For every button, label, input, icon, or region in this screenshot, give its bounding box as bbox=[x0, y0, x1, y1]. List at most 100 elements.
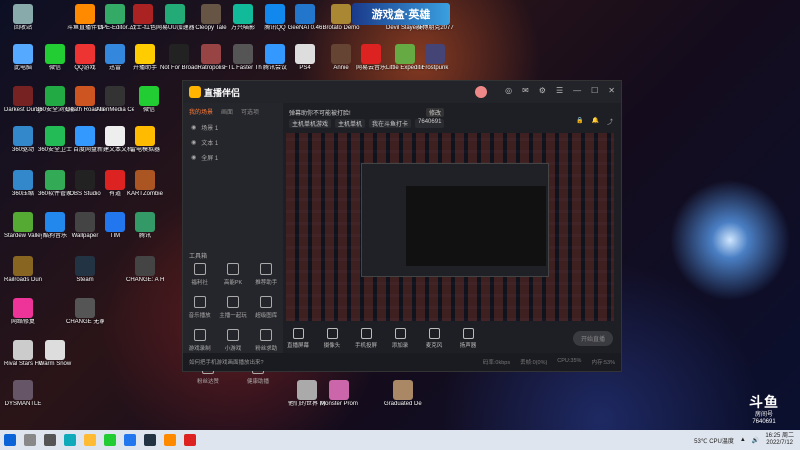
app-icon bbox=[13, 340, 33, 360]
maximize-icon[interactable]: ☐ bbox=[591, 86, 598, 98]
mail-icon[interactable]: ✉ bbox=[522, 86, 529, 98]
weather-widget[interactable]: 53℃ CPU温度 bbox=[694, 436, 734, 445]
task-view-icon[interactable] bbox=[44, 434, 56, 446]
subcategory-tag[interactable]: 主机单机 bbox=[335, 119, 366, 128]
label: 手机投屏 bbox=[354, 342, 377, 349]
app-icon bbox=[233, 4, 253, 24]
start-live-button[interactable]: 开始直播 bbox=[572, 330, 613, 346]
qq-icon[interactable] bbox=[124, 434, 136, 446]
douyu-watermark: 斗鱼 房间号 7640691 bbox=[742, 392, 786, 426]
speaker-button[interactable]: 扬声器 bbox=[456, 327, 480, 349]
app-icon bbox=[13, 86, 33, 106]
app-icon bbox=[45, 170, 65, 190]
lock-icon[interactable]: 🔒 bbox=[576, 117, 583, 126]
app-icon bbox=[75, 212, 95, 232]
wechat-icon[interactable] bbox=[104, 434, 116, 446]
bell-icon[interactable]: 🔔 bbox=[592, 117, 599, 126]
desktop-icon[interactable]: 网易云音乐 bbox=[352, 44, 390, 72]
category-tag[interactable]: 主机单机游戏 bbox=[289, 119, 332, 128]
steam-icon[interactable] bbox=[144, 434, 156, 446]
stream-preview[interactable] bbox=[286, 133, 614, 321]
desktop-icon-label: PS4 bbox=[299, 65, 311, 71]
scene-item[interactable]: ◉ 场景 1 bbox=[183, 120, 283, 135]
desktop-icon[interactable]: 回收站 bbox=[4, 4, 42, 32]
tool-button[interactable]: 福利社 bbox=[185, 263, 215, 286]
douyu-icon[interactable] bbox=[164, 434, 176, 446]
toolbox-title: 工具箱 bbox=[189, 254, 208, 260]
status-stats: 码率:0kbps 丢帧:0(0%) CPU:35% 内存:53% bbox=[483, 358, 615, 366]
avatar[interactable] bbox=[475, 86, 488, 98]
desktop-icon[interactable]: PS4 bbox=[286, 44, 324, 72]
scene-item[interactable]: ◉ 文本 1 bbox=[183, 135, 283, 150]
desktop-icon[interactable]: 网易UU加速器 bbox=[156, 4, 194, 32]
tool-button[interactable]: 粉丝求助 bbox=[251, 329, 281, 352]
desktop-icon[interactable]: CHANGE 无家可归 bbox=[66, 298, 104, 326]
eye-icon[interactable]: ◉ bbox=[191, 124, 196, 131]
tab-my-scenes[interactable]: 我的场景 bbox=[189, 107, 213, 116]
eye-icon[interactable]: ◉ bbox=[191, 154, 196, 161]
desktop-icon[interactable]: GeeNAT0.46 bbox=[286, 4, 324, 32]
label: 添加录 bbox=[391, 342, 409, 349]
tab-canvas[interactable]: 画面 bbox=[221, 107, 233, 116]
desktop-icon[interactable]: 雷电模拟器 bbox=[126, 126, 164, 154]
desktop-icon-label: CHANGE: A Homeless bbox=[126, 277, 164, 283]
add-record-button[interactable]: 添加录 bbox=[388, 327, 412, 349]
room-note: 我在斗鱼打卡 bbox=[369, 119, 412, 128]
minimize-icon[interactable]: — bbox=[573, 86, 581, 98]
desktop-icon[interactable]: Warm Snow bbox=[36, 340, 74, 368]
clock[interactable]: 16:25 周二 2022/7/12 bbox=[765, 433, 794, 447]
desktop-icon-label: Warm Snow bbox=[38, 361, 72, 367]
app-icon bbox=[45, 86, 65, 106]
tool-button[interactable]: 超级图库 bbox=[251, 296, 281, 319]
desktop-icon[interactable]: AlienMedia Central bbox=[96, 86, 134, 114]
screen-capture-button[interactable]: 直播屏幕 bbox=[286, 327, 310, 349]
edge-icon[interactable] bbox=[64, 434, 76, 446]
windows-start-icon[interactable] bbox=[4, 434, 16, 446]
desktop-icon[interactable]: DYSMANTLE bbox=[4, 380, 42, 408]
game-banner[interactable]: 游戏盒·英雄 bbox=[352, 3, 450, 25]
desktop-icon[interactable]: Graduated Demo bbox=[384, 380, 422, 408]
eye-icon[interactable]: ◉ bbox=[191, 139, 196, 146]
share-icon[interactable]: ⤴ bbox=[607, 117, 613, 126]
app-icon bbox=[393, 380, 413, 400]
music-icon[interactable] bbox=[184, 434, 196, 446]
desktop-icon[interactable]: Railroads Dungeons bbox=[4, 256, 42, 284]
tool-button[interactable]: 主播一起玩 bbox=[218, 296, 248, 319]
volume-icon[interactable]: 🔊 bbox=[752, 437, 759, 444]
search-icon[interactable] bbox=[24, 434, 36, 446]
desktop-icon-label: AlienMedia Central bbox=[96, 107, 134, 113]
desktop-icon[interactable]: 网络修复 bbox=[4, 298, 42, 326]
desktop-icon-label: Steam bbox=[76, 277, 94, 283]
desktop-icon[interactable]: CHANGE: A Homeless bbox=[126, 256, 164, 284]
tool-button[interactable]: 音乐播放 bbox=[185, 296, 215, 319]
desktop-icon[interactable]: 腾讯 bbox=[126, 212, 164, 240]
microphone-button[interactable]: 麦克风 bbox=[422, 327, 446, 349]
desktop-icon[interactable]: Steam bbox=[66, 256, 104, 284]
desktop-icon[interactable]: Frostpunk bbox=[416, 44, 454, 72]
label: 直播屏幕 bbox=[286, 342, 309, 349]
explorer-icon[interactable] bbox=[84, 434, 96, 446]
phone-cast-button[interactable]: 手机投屏 bbox=[354, 327, 378, 349]
tab-options[interactable]: 可选项 bbox=[241, 107, 259, 116]
tool-button[interactable]: 小游戏 bbox=[218, 329, 248, 352]
scene-item[interactable]: ◉ 全屏 1 bbox=[183, 150, 283, 165]
tool-row: 游戏录制 小游戏 粉丝求助 bbox=[183, 329, 283, 352]
edit-title-button[interactable]: 修改 bbox=[426, 108, 445, 117]
desktop-icon[interactable]: 微信 bbox=[130, 86, 168, 114]
gear-icon[interactable]: ⚙ bbox=[539, 86, 546, 98]
desktop-icon[interactable]: 开播助手 bbox=[126, 44, 164, 72]
help-link[interactable]: 如何把手机游戏画面播放出来? bbox=[189, 358, 264, 366]
app-icon bbox=[135, 256, 155, 276]
desktop-icon[interactable]: KARTZombie bbox=[126, 170, 164, 198]
menu-icon[interactable]: ☰ bbox=[556, 86, 563, 98]
network-icon[interactable]: ▲ bbox=[740, 437, 746, 443]
tool-button[interactable]: 游戏录制 bbox=[185, 329, 215, 352]
camera-button[interactable]: 摄像头 bbox=[320, 327, 344, 349]
headset-icon[interactable]: ◎ bbox=[505, 86, 512, 98]
desktop-icon[interactable]: Monster Prom bbox=[320, 380, 358, 408]
app-icon bbox=[329, 380, 349, 400]
close-icon[interactable]: ✕ bbox=[608, 86, 615, 98]
app-icon bbox=[13, 298, 33, 318]
tool-button[interactable]: 推荐助手 bbox=[251, 263, 281, 286]
tool-button[interactable]: 高能PK bbox=[218, 263, 248, 286]
